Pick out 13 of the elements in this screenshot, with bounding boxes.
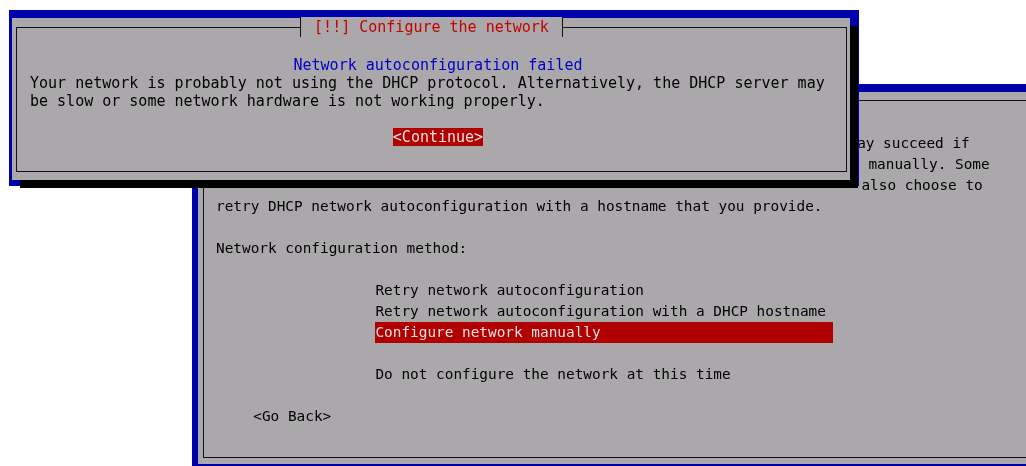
prompt-label: Network configuration method: xyxy=(216,240,468,256)
dialog-title: [!!] Configure the network xyxy=(300,17,563,37)
body-text: manually. Some xyxy=(868,156,990,172)
menu-option[interactable]: Do not configure the network at this time xyxy=(375,364,833,385)
body-text: also choose to xyxy=(861,177,983,193)
body-text: retry DHCP network autoconfiguration with a hostname that you provide. xyxy=(216,198,823,214)
go-back-button[interactable]: <Go Back> xyxy=(253,406,332,427)
error-message: Your network is probably not using the DHCP protocol. Alternatively, the DHCP server may be slow or some network hardware is not working properly. xyxy=(30,74,825,110)
continue-button[interactable]: <Continue> xyxy=(392,128,484,146)
dialog-heading: Network autoconfiguration failed xyxy=(292,56,584,74)
menu-option[interactable]: Retry network autoconfiguration with a DHCP hostname xyxy=(375,301,833,322)
menu-option[interactable]: Retry network autoconfiguration xyxy=(375,280,833,301)
menu-option[interactable]: Configure network manually xyxy=(375,322,833,343)
